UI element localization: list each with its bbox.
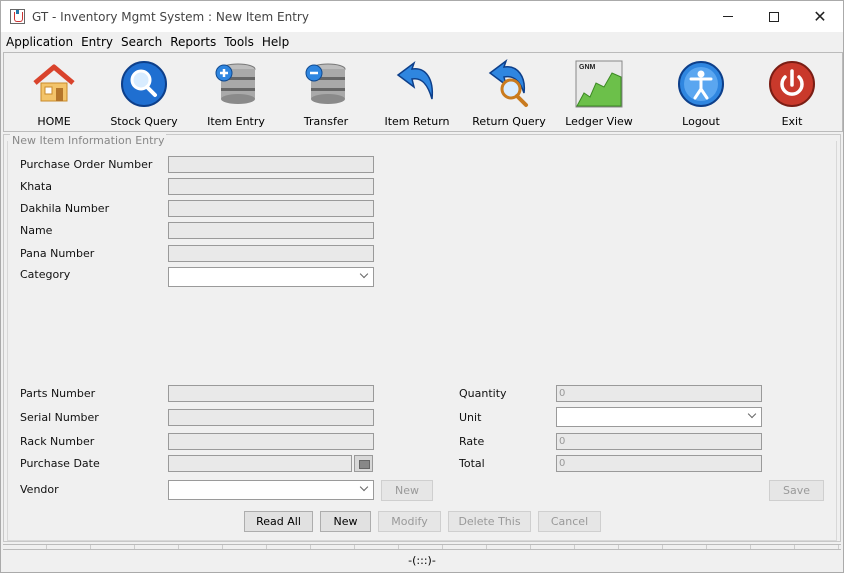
toolbar-label: HOME [37,115,71,128]
status-bar: -(:::)- [408,554,436,567]
toolbar-label: Item Return [384,115,450,128]
name-label: Name [20,224,53,237]
pana-field[interactable] [168,245,374,262]
khata-label: Khata [20,180,52,193]
quantity-field[interactable]: 0 [556,385,762,402]
menu-help[interactable]: Help [262,35,289,49]
return-search-icon [488,59,528,107]
minimize-icon [723,16,733,17]
toolbar-stock-query-button[interactable]: Stock Query [110,53,178,131]
toolbar-label: Exit [781,115,803,128]
vendor-new-button[interactable]: New [381,480,433,501]
magnifier-icon [121,61,167,107]
dakhila-label: Dakhila Number [20,202,110,215]
category-select[interactable] [168,267,374,287]
parts-number-field[interactable] [168,385,374,402]
database-add-icon [215,63,256,104]
toolbar-item-return-button[interactable]: Item Return [384,53,450,131]
menu-entry[interactable]: Entry [81,35,113,49]
delete-button[interactable]: Delete This [448,511,531,532]
new-button[interactable]: New [320,511,371,532]
total-label: Total [459,457,485,470]
modify-button[interactable]: Modify [378,511,441,532]
vendor-label: Vendor [20,483,59,496]
toolbar-return-query-button[interactable]: Return Query [472,53,546,131]
purchase-date-field[interactable] [168,455,352,472]
pana-label: Pana Number [20,247,95,260]
toolbar-logout-button[interactable]: Logout [676,53,726,131]
maximize-button[interactable] [751,1,797,32]
window-title: GT - Inventory Mgmt System : New Item En… [32,10,309,24]
total-field[interactable]: 0 [556,455,762,472]
serial-number-field[interactable] [168,409,374,426]
read-all-button[interactable]: Read All [244,511,313,532]
toolbar-transfer-button[interactable]: Transfer [301,53,351,131]
calendar-icon[interactable] [354,455,373,472]
serial-number-label: Serial Number [20,411,99,424]
toolbar-label: Ledger View [565,115,633,128]
rate-field[interactable]: 0 [556,433,762,450]
menu-tools[interactable]: Tools [224,35,254,49]
parts-number-label: Parts Number [20,387,96,400]
close-icon: ✕ [813,7,827,26]
chevron-down-icon [359,269,369,279]
database-remove-icon [305,63,346,104]
toolbar-home-button[interactable]: HOME [29,53,79,131]
app-window: GT - Inventory Mgmt System : New Item En… [0,0,844,573]
rack-number-label: Rack Number [20,435,95,448]
name-field[interactable] [168,222,374,239]
purchase-date-label: Purchase Date [20,457,100,470]
cancel-button[interactable]: Cancel [538,511,601,532]
menu-search[interactable]: Search [121,35,162,49]
ledger-badge: GNM [579,64,596,71]
minimize-button[interactable] [705,1,751,32]
khata-field[interactable] [168,178,374,195]
menu-application[interactable]: Application [6,35,73,49]
new-item-form-panel: New Item Information Entry Purchase Orde… [3,134,841,542]
rate-label: Rate [459,435,485,448]
person-icon [678,61,724,107]
rack-number-field[interactable] [168,433,374,450]
close-button[interactable]: ✕ [797,1,843,32]
toolbar-label: Transfer [303,115,349,128]
chevron-down-icon [359,482,369,492]
unit-select[interactable] [556,407,762,427]
dakhila-field[interactable] [168,200,374,217]
power-icon [769,61,815,107]
toolbar-ledger-view-button[interactable]: GNM Ledger View [565,53,633,131]
po-number-field[interactable] [168,156,374,173]
po-number-label: Purchase Order Number [20,158,153,171]
form-legend: New Item Information Entry [10,134,167,147]
toolbar-label: Return Query [472,115,546,128]
java-app-icon [10,9,25,24]
menu-reports[interactable]: Reports [170,35,216,49]
vendor-select[interactable] [168,480,374,500]
toolbar-exit-button[interactable]: Exit [767,53,817,131]
maximize-icon [769,11,779,22]
toolbar-label: Item Entry [207,115,265,128]
menu-bar: Application Entry Search Reports Tools H… [1,32,843,52]
ledger-chart-icon: GNM [575,60,623,108]
category-label: Category [20,268,71,281]
chevron-down-icon [747,409,757,419]
toolbar: HOME Stock Query Item Entry Transfer Ite… [3,52,843,132]
toolbar-label: Logout [682,115,720,128]
toolbar-label: Stock Query [110,115,178,128]
save-button[interactable]: Save [769,480,824,501]
unit-label: Unit [459,411,482,424]
title-bar: GT - Inventory Mgmt System : New Item En… [1,1,843,32]
return-arrow-icon [396,60,434,100]
toolbar-item-entry-button[interactable]: Item Entry [207,53,265,131]
home-icon [33,64,75,102]
quantity-label: Quantity [459,387,507,400]
